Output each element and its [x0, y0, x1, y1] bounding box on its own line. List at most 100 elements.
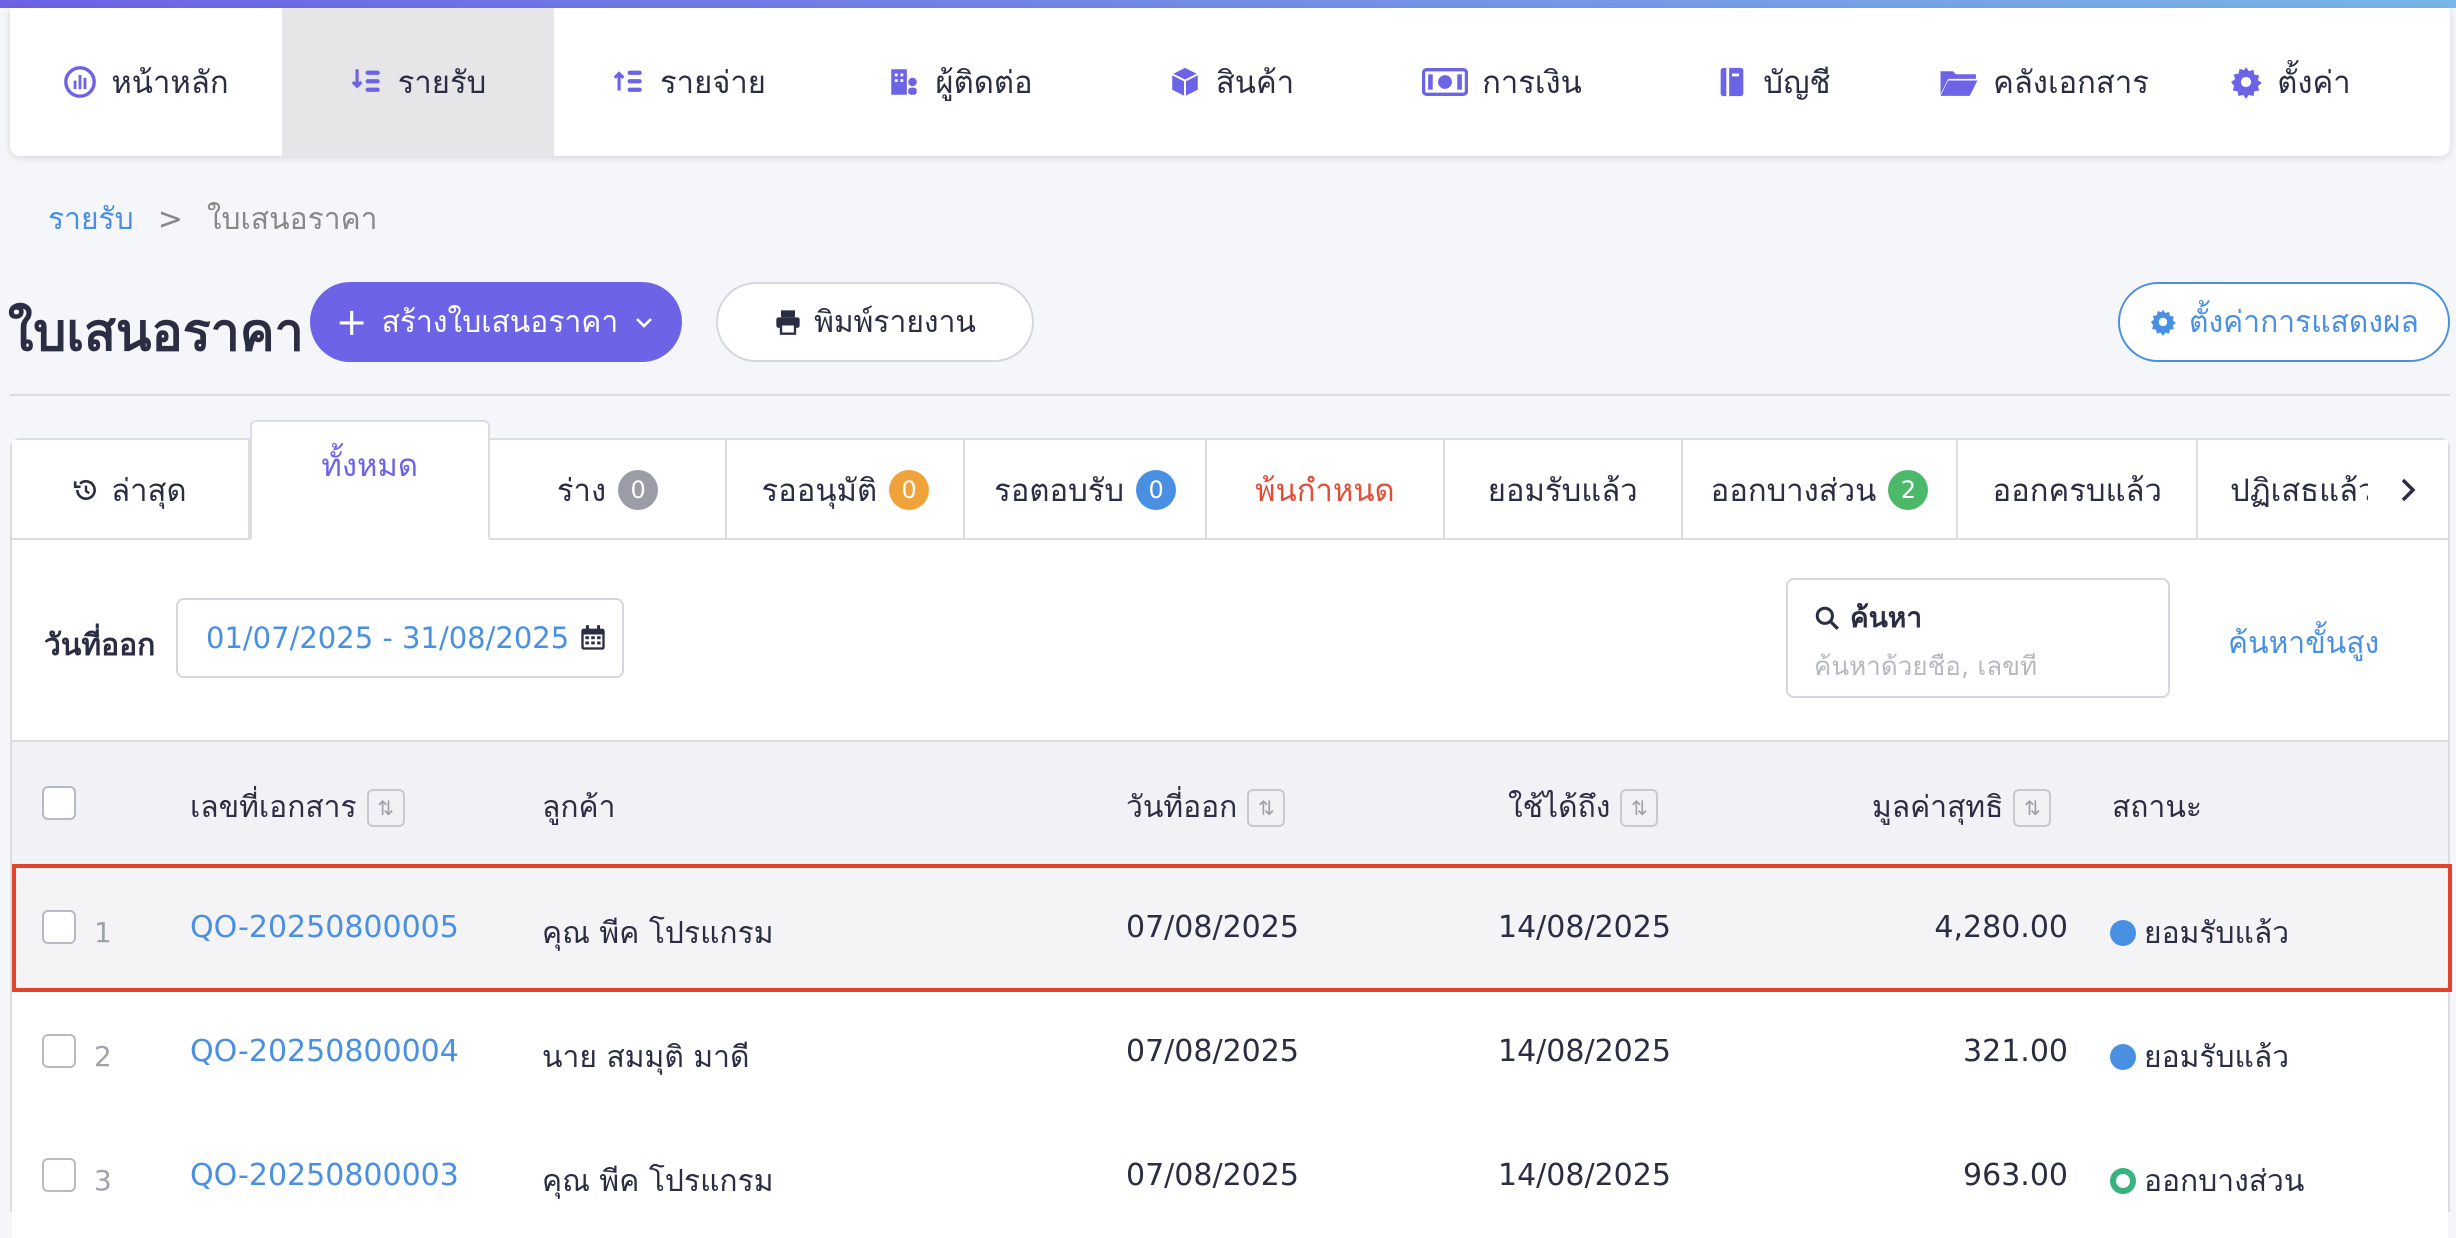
search-icon [1815, 606, 1839, 630]
print-report-label: พิมพ์รายงาน [814, 304, 976, 340]
tab-awaiting-response[interactable]: รอตอบรับ 0 [965, 440, 1207, 540]
partially-issued-count-badge: 2 [1888, 470, 1929, 510]
tab-pending-approval[interactable]: รออนุมัติ 0 [727, 440, 966, 540]
nav-label-documents: คลังเอกสาร [1993, 65, 2149, 101]
gear-icon [2231, 67, 2263, 99]
tab-rejected-label: ปฏิเสธแล้ว [2230, 473, 2369, 509]
tab-partially-issued-label: ออกบางส่วน [1710, 473, 1877, 509]
table-row[interactable]: 1 QO-20250800005 คุณ พีค โปรแกรม 07/08/2… [12, 866, 2448, 990]
issue-date: 07/08/2025 [1126, 1158, 1299, 1193]
net-value: 963.00 [1963, 1158, 2068, 1193]
header-divider [10, 394, 2450, 396]
row-checkbox[interactable] [42, 1034, 76, 1068]
row-checkbox[interactable] [42, 910, 76, 944]
column-doc-no-label: เลขที่เอกสาร [190, 790, 357, 825]
nav-label-finance: การเงิน [1482, 65, 1582, 101]
issue-date: 07/08/2025 [1126, 910, 1299, 945]
valid-until-date: 14/08/2025 [1498, 1034, 1671, 1069]
nav-item-settings[interactable]: ตั้งค่า [2180, 8, 2400, 156]
create-quotation-button[interactable]: + สร้างใบเสนอราคา [310, 282, 682, 362]
breadcrumb: รายรับ > ใบเสนอราคา [48, 196, 378, 243]
search-title: ค้นหา [1814, 596, 2142, 640]
tab-latest-label: ล่าสุด [111, 473, 187, 509]
printer-icon [776, 310, 800, 335]
money-icon [1422, 68, 1469, 96]
search-title-label: ค้นหา [1850, 601, 1923, 634]
quotation-panel: ล่าสุด ทั้งหมด ร่าง 0 รออนุมัติ 0 รอตอบร… [10, 420, 2452, 1238]
pending-approval-count-badge: 0 [889, 470, 930, 510]
tab-overdue[interactable]: พ้นกำหนด [1207, 440, 1445, 540]
row-checkbox[interactable] [42, 1158, 76, 1192]
table-row[interactable]: 2 QO-20250800004 นาย สมมุติ มาดี 07/08/2… [12, 990, 2448, 1114]
row-number: 3 [94, 1164, 112, 1197]
tab-draft-label: ร่าง [556, 473, 607, 509]
doc-no-link[interactable]: QO-20250800005 [190, 910, 459, 945]
nav-item-finance[interactable]: การเงิน [1366, 8, 1638, 156]
column-issue-date: วันที่ออก ⇅ [1126, 784, 1286, 831]
valid-until-date: 14/08/2025 [1498, 910, 1671, 945]
breadcrumb-link-income[interactable]: รายรับ [48, 196, 134, 243]
status-badge: ยอมรับแล้ว [2110, 910, 2289, 957]
column-status: สถานะ [2112, 784, 2202, 831]
tab-fully-issued[interactable]: ออกครบแล้ว [1958, 440, 2199, 540]
status-tabs: ล่าสุด ทั้งหมด ร่าง 0 รออนุมัติ 0 รอตอบร… [12, 420, 2448, 540]
select-all-checkbox[interactable] [42, 786, 76, 820]
awaiting-response-count-badge: 0 [1136, 470, 1177, 510]
calendar-icon [581, 625, 605, 650]
tab-all-label: ทั้งหมด [321, 448, 418, 484]
nav-item-expense[interactable]: รายจ่าย [554, 8, 824, 156]
display-settings-label: ตั้งค่าการแสดงผล [2189, 304, 2419, 340]
tab-accepted[interactable]: ยอมรับแล้ว [1445, 440, 1683, 540]
table-row[interactable]: 3 QO-20250800003 คุณ พีค โปรแกรม 07/08/2… [12, 1114, 2448, 1238]
nav-item-home[interactable]: หน้าหลัก [10, 8, 282, 156]
tab-fully-issued-label: ออกครบแล้ว [1992, 473, 2162, 509]
nav-item-products[interactable]: สินค้า [1096, 8, 1366, 156]
sort-icon[interactable]: ⇅ [1620, 788, 1659, 827]
status-badge: ยอมรับแล้ว [2110, 1034, 2289, 1081]
tab-partially-issued[interactable]: ออกบางส่วน 2 [1683, 440, 1959, 540]
column-valid-until-label: ใช้ได้ถึง [1508, 790, 1611, 825]
sort-icon[interactable]: ⇅ [1247, 788, 1286, 827]
column-doc-no: เลขที่เอกสาร ⇅ [190, 784, 405, 831]
sort-icon[interactable]: ⇅ [366, 788, 405, 827]
tab-draft[interactable]: ร่าง 0 [490, 440, 728, 540]
chevron-down-icon [636, 318, 653, 328]
nav-label-settings: ตั้งค่า [2277, 65, 2351, 101]
nav-item-contacts[interactable]: ผู้ติดต่อ [824, 8, 1096, 156]
plus-icon: + [335, 300, 368, 344]
advanced-search-link[interactable]: ค้นหาขั้นสูง [2228, 620, 2379, 667]
status-label: ยอมรับแล้ว [2144, 916, 2290, 951]
status-label: ยอมรับแล้ว [2144, 1040, 2290, 1075]
search-input[interactable] [1814, 652, 2144, 682]
breadcrumb-current: ใบเสนอราคา [206, 202, 378, 237]
status-dot-icon [2110, 920, 2136, 946]
tab-latest[interactable]: ล่าสุด [12, 440, 250, 540]
nav-item-income[interactable]: รายรับ [282, 8, 554, 156]
date-range-picker[interactable]: 01/07/2025 - 31/08/2025 [176, 598, 624, 678]
main-navbar: หน้าหลัก รายรับ รายจ่าย ผู้ติดต่อ สินค้า… [10, 8, 2450, 156]
tab-rejected[interactable]: ปฏิเสธแล้ว [2198, 440, 2368, 540]
breadcrumb-separator: > [157, 202, 183, 237]
expense-icon [613, 70, 642, 92]
nav-label-accounting: บัญชี [1763, 65, 1831, 101]
customer-name: คุณ พีค โปรแกรม [542, 1164, 774, 1199]
print-report-button[interactable]: พิมพ์รายงาน [716, 282, 1034, 362]
doc-no-link[interactable]: QO-20250800004 [190, 1034, 459, 1069]
nav-item-documents[interactable]: คลังเอกสาร [1908, 8, 2180, 156]
tab-pending-approval-label: รออนุมัติ [761, 473, 878, 509]
nav-label-income: รายรับ [397, 65, 487, 101]
tabs-scroll-right-button[interactable] [2368, 440, 2448, 540]
customer-name: นาย สมมุติ มาดี [542, 1040, 750, 1075]
page-title: ใบเสนอราคา [8, 303, 304, 363]
doc-no-link[interactable]: QO-20250800003 [190, 1158, 459, 1193]
tab-all[interactable]: ทั้งหมด [249, 420, 490, 540]
create-quotation-label: สร้างใบเสนอราคา [381, 304, 619, 340]
nav-item-accounting[interactable]: บัญชี [1638, 8, 1908, 156]
issue-date-filter-label: วันที่ออก [44, 628, 156, 663]
nav-label-contacts: ผู้ติดต่อ [935, 65, 1033, 101]
income-icon [351, 69, 380, 92]
draft-count-badge: 0 [618, 470, 659, 510]
sort-icon[interactable]: ⇅ [2013, 788, 2052, 827]
nav-label-products: สินค้า [1215, 65, 1295, 101]
display-settings-button[interactable]: ตั้งค่าการแสดงผล [2118, 282, 2450, 362]
